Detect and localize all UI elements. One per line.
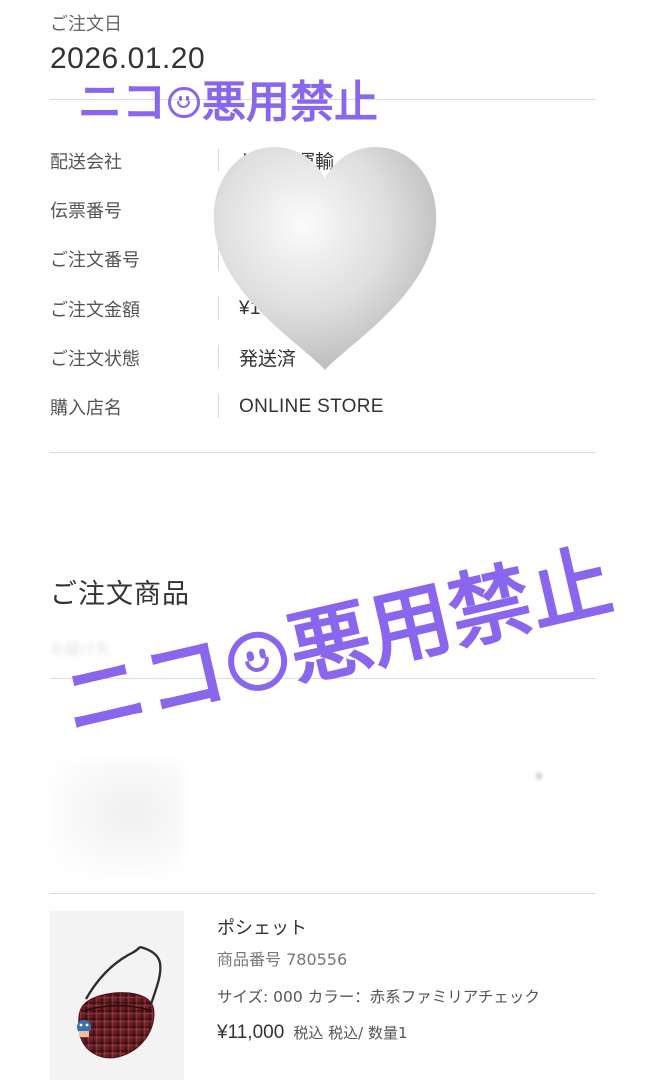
- watermark-text-2: 悪用禁止: [202, 77, 379, 128]
- section-title-ordered-items: ご注文商品: [50, 579, 190, 610]
- watermark-text-2: 悪用禁止: [279, 533, 621, 701]
- product-image[interactable]: [50, 911, 184, 1080]
- watermark-top: ニコ 悪用禁止: [78, 66, 378, 130]
- blurred-product-image: [50, 760, 184, 876]
- watermark-text-1: ニコ: [54, 622, 236, 753]
- product-variant: サイズ: 000 カラー：赤系ファミリアチェック: [217, 988, 540, 1006]
- watermark-large: ニコ 悪用禁止: [50, 514, 622, 756]
- info-row-store: 購入店名 ONLINE STORE: [50, 382, 596, 431]
- product-price-line: ¥11,000 税込 税込/ 数量1: [217, 1022, 408, 1044]
- smile-icon: [222, 626, 294, 697]
- product-tax-quantity: 税込 税込/ 数量1: [293, 1024, 408, 1042]
- info-label: 伝票番号: [50, 200, 122, 222]
- product-price: ¥11,000: [217, 1022, 285, 1043]
- info-label: 配送会社: [50, 151, 122, 173]
- watermark-text-1: ニコ: [78, 77, 166, 128]
- divider-info-bottom: [50, 452, 596, 453]
- product-name[interactable]: ポシェット: [217, 914, 307, 940]
- divider-items: [50, 893, 596, 894]
- pochette-bag-icon: [77, 945, 162, 1059]
- blurred-mark: [536, 772, 542, 780]
- order-date-label: ご注文日: [50, 14, 122, 35]
- smile-icon: [168, 86, 200, 119]
- white-heart-icon: [213, 147, 437, 370]
- info-label: ご注文状態: [50, 348, 140, 370]
- info-separator: [218, 394, 219, 419]
- info-value: ONLINE STORE: [239, 396, 384, 418]
- info-label: ご注文番号: [50, 250, 140, 272]
- product-number: 商品番号 780556: [217, 950, 348, 969]
- info-label: 購入店名: [50, 398, 122, 420]
- info-label: ご注文金額: [50, 299, 140, 321]
